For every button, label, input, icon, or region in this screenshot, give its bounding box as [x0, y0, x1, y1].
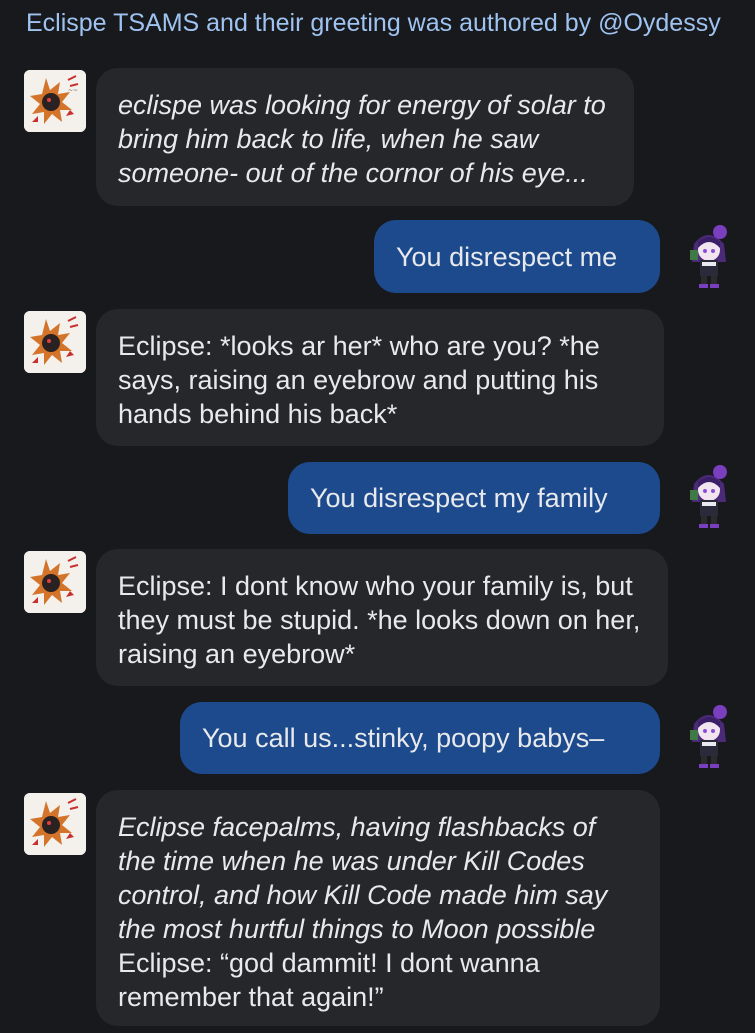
user-character-avatar-icon[interactable]: [676, 222, 742, 292]
bot-message-text: eclispe was looking for energy of solar …: [96, 68, 634, 206]
svg-text:~~: ~~: [68, 87, 78, 94]
user-message-text: You disrespect me: [374, 220, 660, 293]
user-character-avatar-icon[interactable]: [676, 462, 742, 532]
bot-message-text: Eclipse: *looks ar her* who are you? *he…: [96, 309, 664, 446]
eclipse-avatar-icon[interactable]: [24, 311, 86, 373]
eclipse-avatar-icon[interactable]: ~~: [24, 70, 86, 132]
bot-message-body: Eclipse facepalms, having flashbacks of …: [96, 790, 660, 1026]
eclipse-avatar-icon[interactable]: [24, 793, 86, 855]
user-message-text: You disrespect my family: [288, 462, 660, 534]
greeting-author-header: Eclispe TSAMS and their greeting was aut…: [26, 9, 721, 37]
bot-message-narration: Eclipse facepalms, having flashbacks of …: [118, 812, 608, 944]
bot-message-dialogue: Eclipse: “god dammit! I dont wanna remem…: [118, 948, 540, 1012]
eclipse-avatar-icon[interactable]: [24, 551, 86, 613]
user-character-avatar-icon[interactable]: [676, 702, 742, 772]
bot-message-text: Eclipse: I dont know who your family is,…: [96, 549, 668, 686]
user-message-text: You call us...stinky, poopy babys–: [180, 702, 660, 774]
